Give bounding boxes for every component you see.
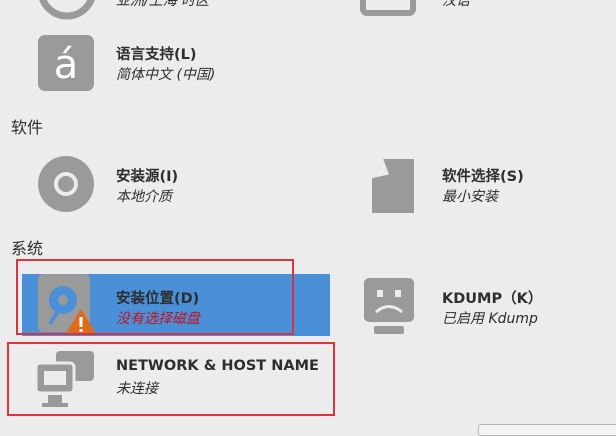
- highlight-frame-network: [7, 342, 335, 416]
- sad-face-icon: [364, 278, 414, 334]
- install-source-title: 安装源(I): [116, 169, 179, 185]
- highlight-frame-destination: [16, 259, 294, 335]
- clock-icon: [39, 0, 95, 20]
- spoke-install-source[interactable]: 安装源(I) 本地介质: [0, 150, 330, 220]
- language-icon: á: [38, 35, 94, 91]
- language-status: 简体中文 (中国): [116, 67, 216, 83]
- software-selection-status: 最小安装: [442, 189, 498, 205]
- spoke-kdump[interactable]: KDUMP（K） 已启用 Kdump: [340, 274, 616, 336]
- bottom-button-edge[interactable]: [478, 424, 616, 436]
- package-icon: [371, 158, 414, 213]
- keyboard-icon: [360, 0, 416, 16]
- keyboard-status: 汉语: [442, 0, 470, 9]
- kdump-title: KDUMP（K）: [442, 291, 543, 307]
- spoke-language-support[interactable]: á 语言支持(L) 简体中文 (中国): [0, 30, 330, 100]
- spoke-keyboard[interactable]: 汉语: [340, 0, 616, 20]
- section-software-title: 软件: [11, 118, 44, 137]
- disc-icon: [38, 156, 94, 212]
- time-status: 亚洲/上海 时区: [116, 0, 210, 9]
- install-source-status: 本地介质: [116, 189, 172, 205]
- language-title: 语言支持(L): [116, 47, 197, 63]
- spoke-date-time[interactable]: 亚洲/上海 时区: [0, 0, 330, 20]
- spoke-software-selection[interactable]: 软件选择(S) 最小安装: [340, 150, 616, 220]
- kdump-status: 已启用 Kdump: [442, 311, 538, 327]
- software-selection-title: 软件选择(S): [442, 169, 524, 185]
- svg-text:á: á: [54, 42, 79, 88]
- section-system-title: 系统: [11, 239, 44, 258]
